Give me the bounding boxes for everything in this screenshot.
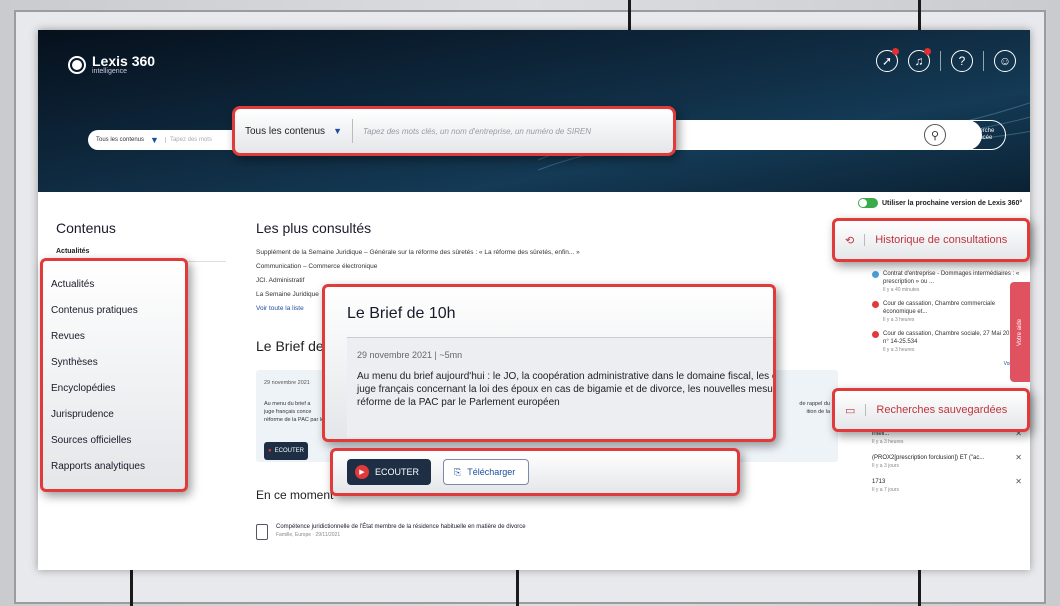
small-search-placeholder[interactable]: Tapez des mots (164, 137, 212, 143)
listen-label-background: ECOUTER (274, 448, 304, 454)
history-see-all[interactable]: Voir tout (872, 360, 1022, 368)
nav-item-sources-officielles[interactable]: Sources officielles (51, 435, 177, 446)
moment-article[interactable]: Compétence juridictionnelle de l'État me… (256, 524, 526, 540)
status-dot (872, 301, 879, 308)
history-item[interactable]: Contrat d'entreprise - Dommages interméd… (872, 270, 1022, 294)
toggle-label: Utiliser la prochaine version de Lexis 3… (882, 199, 1023, 207)
history-callout[interactable]: ⟲ Historique de consultations (832, 218, 1030, 262)
bookmark-icon: ▭ (845, 404, 856, 417)
header-icons: ➚ ♫ ? ☺ (876, 48, 1016, 72)
status-dot (872, 331, 879, 338)
chevron-down-icon: ▼ (150, 135, 159, 145)
saved-item-text: (PROX2[prescription forclusion]) ET ("ac… (872, 455, 985, 461)
saved-item[interactable]: intell... Il y a 3 heures ✕ (872, 430, 1022, 446)
contents-title: Contenus (56, 220, 116, 236)
logo-subtitle: intelligence (92, 68, 128, 75)
chevron-down-icon: ▼ (333, 126, 342, 136)
logo[interactable]: Lexis 360 intelligence (68, 54, 155, 75)
small-search-select[interactable]: Tous les contenus (96, 137, 144, 143)
brief-line: juge français concernant la loi des épou… (357, 384, 776, 395)
brief-bg-tail: ition de la (806, 409, 830, 415)
saved-item-time: Il y a 7 jours (872, 487, 899, 493)
history-title: Historique de consultations (864, 234, 1007, 246)
brief-date: 29 novembre 2021 | ~5mn (357, 350, 463, 360)
history-item-text: Cour de cassation, Chambre commerciale é… (883, 301, 996, 315)
nav-item-actualites[interactable]: Actualités (51, 279, 177, 290)
history-icon: ⟲ (845, 234, 855, 247)
saved-title: Recherches sauvegardées (865, 404, 1007, 416)
nav-item-rapports-analytiques[interactable]: Rapports analytiques (51, 461, 177, 472)
history-item-text: Cour de cassation, Chambre sociale, 27 M… (883, 331, 1022, 345)
brief-actions-callout: ▶ ECOUTER ⎘ Télécharger (330, 448, 740, 496)
history-item[interactable]: Cour de cassation, Chambre commerciale é… (872, 300, 1022, 324)
logo-title: Lexis 360 (92, 53, 156, 69)
brief-content[interactable]: 29 novembre 2021 | ~5mn Au menu du brief… (347, 337, 773, 437)
search-callout[interactable]: Tous les contenus ▼ Tapez des mots clés,… (232, 106, 676, 156)
brief-line: Au menu du brief aujourd'hui : le JO, la… (357, 371, 773, 382)
listen-button[interactable]: ▶ ECOUTER (347, 459, 431, 485)
search-input[interactable]: Tapez des mots clés, un nom d'entreprise… (363, 127, 591, 136)
listen-button-background[interactable]: ● ECOUTER (264, 442, 308, 460)
close-icon[interactable]: ✕ (1015, 454, 1022, 470)
popular-item[interactable]: Supplément de la Semaine Juridique – Gén… (256, 246, 826, 260)
left-sidebar: Contenus Actualités (56, 220, 226, 262)
saved-item[interactable]: 1713 Il y a 7 jours ✕ (872, 478, 1022, 494)
nav-item-encyclopedies[interactable]: Encyclopédies (51, 383, 177, 394)
brief-bg-line: juge français conce (264, 409, 312, 415)
play-icon: ● (268, 448, 272, 454)
history-list: Contrat d'entreprise - Dommages interméd… (872, 270, 1022, 368)
nav-item-revues[interactable]: Revues (51, 331, 177, 342)
moment-title: En ce moment (256, 488, 334, 502)
bell-icon[interactable]: ♫ (908, 48, 931, 72)
help-icon[interactable]: ? (951, 50, 973, 72)
play-icon: ▶ (355, 465, 369, 479)
history-item[interactable]: Cour de cassation, Chambre sociale, 27 M… (872, 330, 1022, 354)
history-item-time: Il y a 40 minutes (883, 287, 920, 293)
help-tab[interactable]: Votre aide (1010, 282, 1030, 382)
history-item-text: Contrat d'entreprise - Dommages interméd… (883, 271, 1020, 285)
brief-title: Le Brief de 10h (347, 305, 456, 322)
content-filter-select[interactable]: Tous les contenus ▼ (245, 119, 353, 143)
content-filter-label: Tous les contenus (245, 125, 326, 137)
search-icon[interactable]: ⚲ (924, 124, 946, 146)
nav-item-contenus-pratiques[interactable]: Contenus pratiques (51, 305, 177, 316)
download-icon: ⎘ (454, 466, 462, 477)
new-version-toggle[interactable]: Utiliser la prochaine version de Lexis 3… (858, 198, 1022, 208)
status-dot (872, 271, 879, 278)
nav-item-syntheses[interactable]: Synthèses (51, 357, 177, 368)
history-item-time: Il y a 3 heures (883, 347, 915, 353)
brief-date-background: 29 novembre 2021 (264, 380, 310, 386)
nav-item-jurisprudence[interactable]: Jurisprudence (51, 409, 177, 420)
saved-searches-callout[interactable]: ▭ Recherches sauvegardées (832, 388, 1030, 432)
brief-bg-line: Au menu du brief a (264, 401, 311, 407)
article-meta: Famille, Europe · 29/11/2021 (276, 532, 341, 538)
saved-item-text: 1713 (872, 479, 886, 485)
history-item-time: Il y a 3 heures (883, 317, 915, 323)
brief-line: réforme de la PAC par le Parlement europ… (357, 397, 560, 408)
rocket-icon[interactable]: ➚ (876, 48, 899, 72)
logo-icon (68, 55, 86, 74)
brief-callout: Le Brief de 10h 29 novembre 2021 | ~5mn … (322, 284, 776, 442)
close-icon[interactable]: ✕ (1015, 430, 1022, 446)
popular-item[interactable]: Communication – Commerce électronique (256, 260, 826, 274)
saved-item[interactable]: (PROX2[prescription forclusion]) ET ("ac… (872, 454, 1022, 470)
brief-bg-tail: de rappel du (799, 401, 830, 407)
close-icon[interactable]: ✕ (1015, 478, 1022, 494)
article-title[interactable]: Compétence juridictionnelle de l'État me… (276, 524, 526, 530)
advanced-search-button[interactable]: recherche avancée (956, 120, 1006, 150)
contents-nav-callout: Actualités Contenus pratiques Revues Syn… (40, 258, 188, 492)
saved-list: intell... Il y a 3 heures ✕ (PROX2[prescr… (872, 430, 1022, 502)
download-label: Télécharger (467, 467, 516, 477)
download-button[interactable]: ⎘ Télécharger (443, 459, 529, 485)
user-icon[interactable]: ☺ (994, 50, 1016, 72)
saved-item-time: Il y a 3 jours (872, 463, 899, 469)
listen-label: ECOUTER (375, 467, 420, 477)
document-icon (256, 524, 268, 540)
saved-item-time: Il y a 3 heures (872, 439, 904, 445)
popular-title: Les plus consultés (256, 220, 372, 236)
toggle-switch[interactable] (858, 198, 878, 208)
